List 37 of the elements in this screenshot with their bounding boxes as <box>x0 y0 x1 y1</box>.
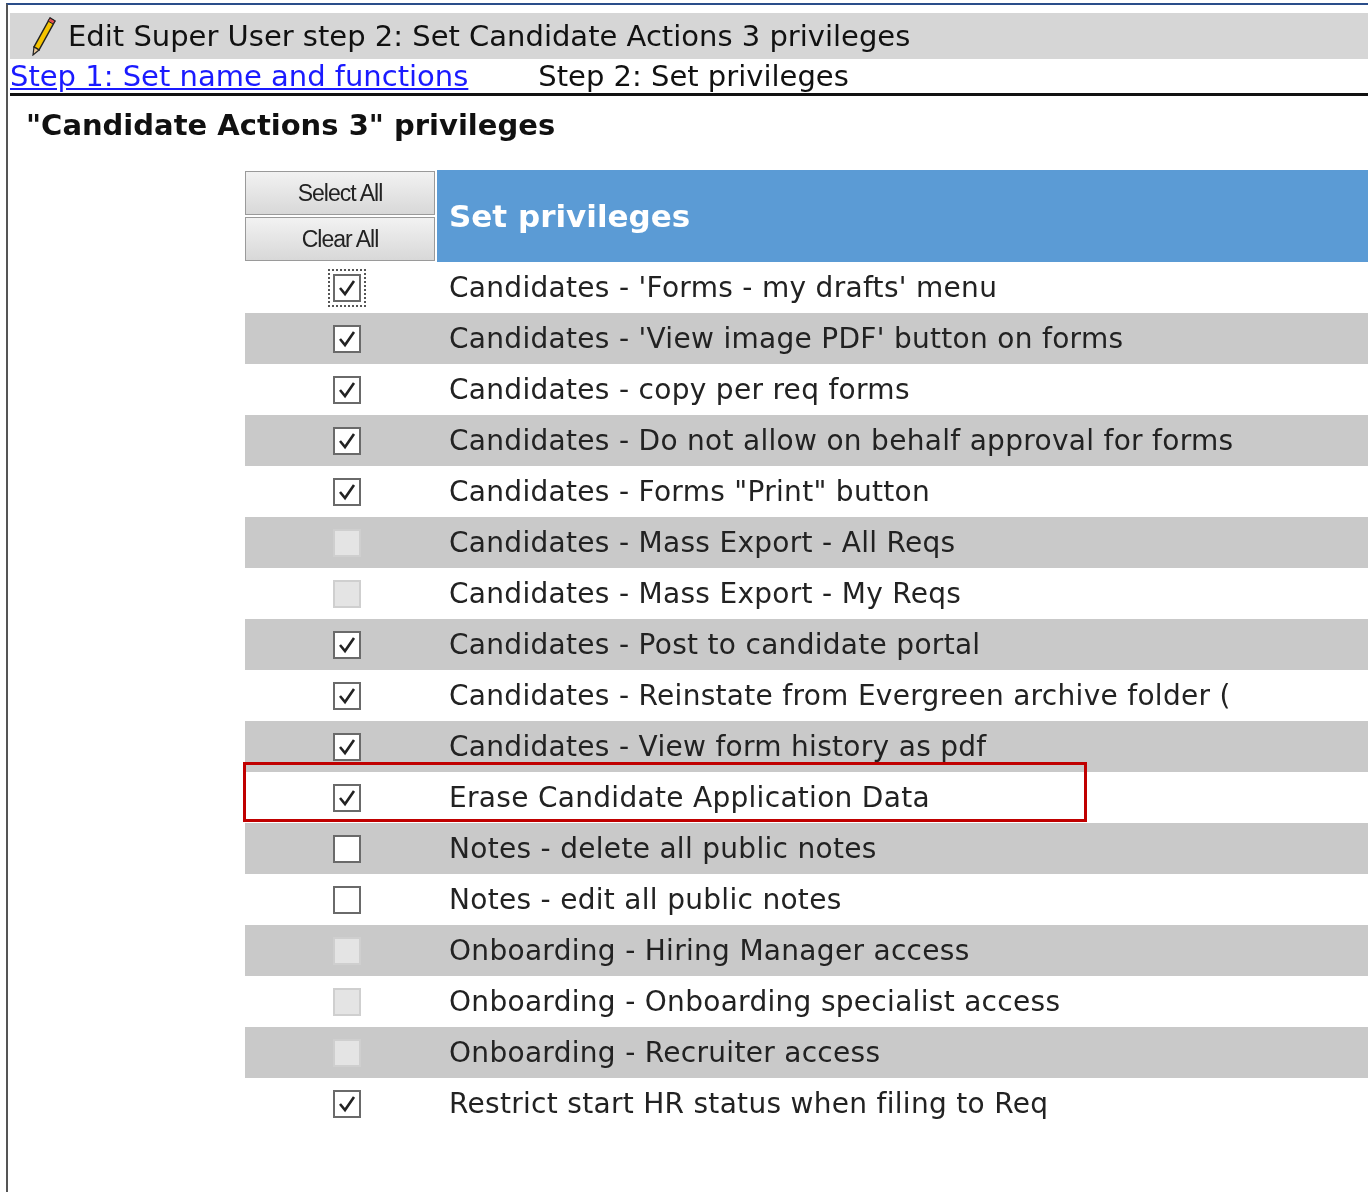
page-heading: "Candidate Actions 3" privileges <box>25 107 557 144</box>
privilege-label: Candidates - Post to candidate portal <box>449 628 981 661</box>
table-header: Set privileges <box>437 170 1368 262</box>
checkbox[interactable] <box>333 834 361 863</box>
select-all-button[interactable]: Select All <box>245 171 435 215</box>
privilege-label: Onboarding - Hiring Manager access <box>449 934 970 967</box>
current-step: Step 2: Set privileges <box>538 59 849 93</box>
privilege-label: Candidates - View form history as pdf <box>449 730 987 763</box>
clear-all-button[interactable]: Clear All <box>245 217 435 261</box>
checkbox[interactable] <box>333 885 361 914</box>
privilege-label: Onboarding - Recruiter access <box>449 1036 881 1069</box>
pencil-icon <box>30 16 56 56</box>
privilege-label: Notes - edit all public notes <box>449 883 842 916</box>
privilege-label: Candidates - Mass Export - My Reqs <box>449 577 962 610</box>
privilege-label: Candidates - Mass Export - All Reqs <box>449 526 956 559</box>
checkbox[interactable] <box>333 426 361 455</box>
checkbox[interactable] <box>333 732 361 761</box>
checkbox[interactable] <box>333 375 361 404</box>
step-link[interactable]: Step 1: Set name and functions <box>10 59 483 93</box>
checkbox[interactable] <box>333 273 361 302</box>
privilege-label: Candidates - copy per req forms <box>449 373 910 406</box>
privilege-label: Candidates - 'View image PDF' button on forms <box>449 322 1124 355</box>
checkbox[interactable] <box>333 681 361 710</box>
checkbox[interactable] <box>333 477 361 506</box>
window-title: Edit Super User step 2: Set Candidate Actions 3 privileges <box>68 19 911 53</box>
privilege-label: Candidates - Forms "Print" button <box>449 475 930 508</box>
checkbox[interactable] <box>333 783 361 812</box>
privilege-label: Onboarding - Onboarding specialist access <box>449 985 1061 1018</box>
privilege-label: Notes - delete all public notes <box>449 832 877 865</box>
privilege-label: Erase Candidate Application Data <box>449 781 930 814</box>
checkbox[interactable] <box>333 324 361 353</box>
checkbox[interactable] <box>333 1089 361 1118</box>
privilege-label: Candidates - 'Forms - my drafts' menu <box>449 271 998 304</box>
privilege-label: Candidates - Do not allow on behalf approval for forms <box>449 424 1234 457</box>
checkbox[interactable] <box>333 630 361 659</box>
privilege-label: Restrict start HR status when filing to Req <box>449 1087 1049 1120</box>
privilege-label: Candidates - Reinstate from Evergreen archive folder ( <box>449 679 1231 712</box>
